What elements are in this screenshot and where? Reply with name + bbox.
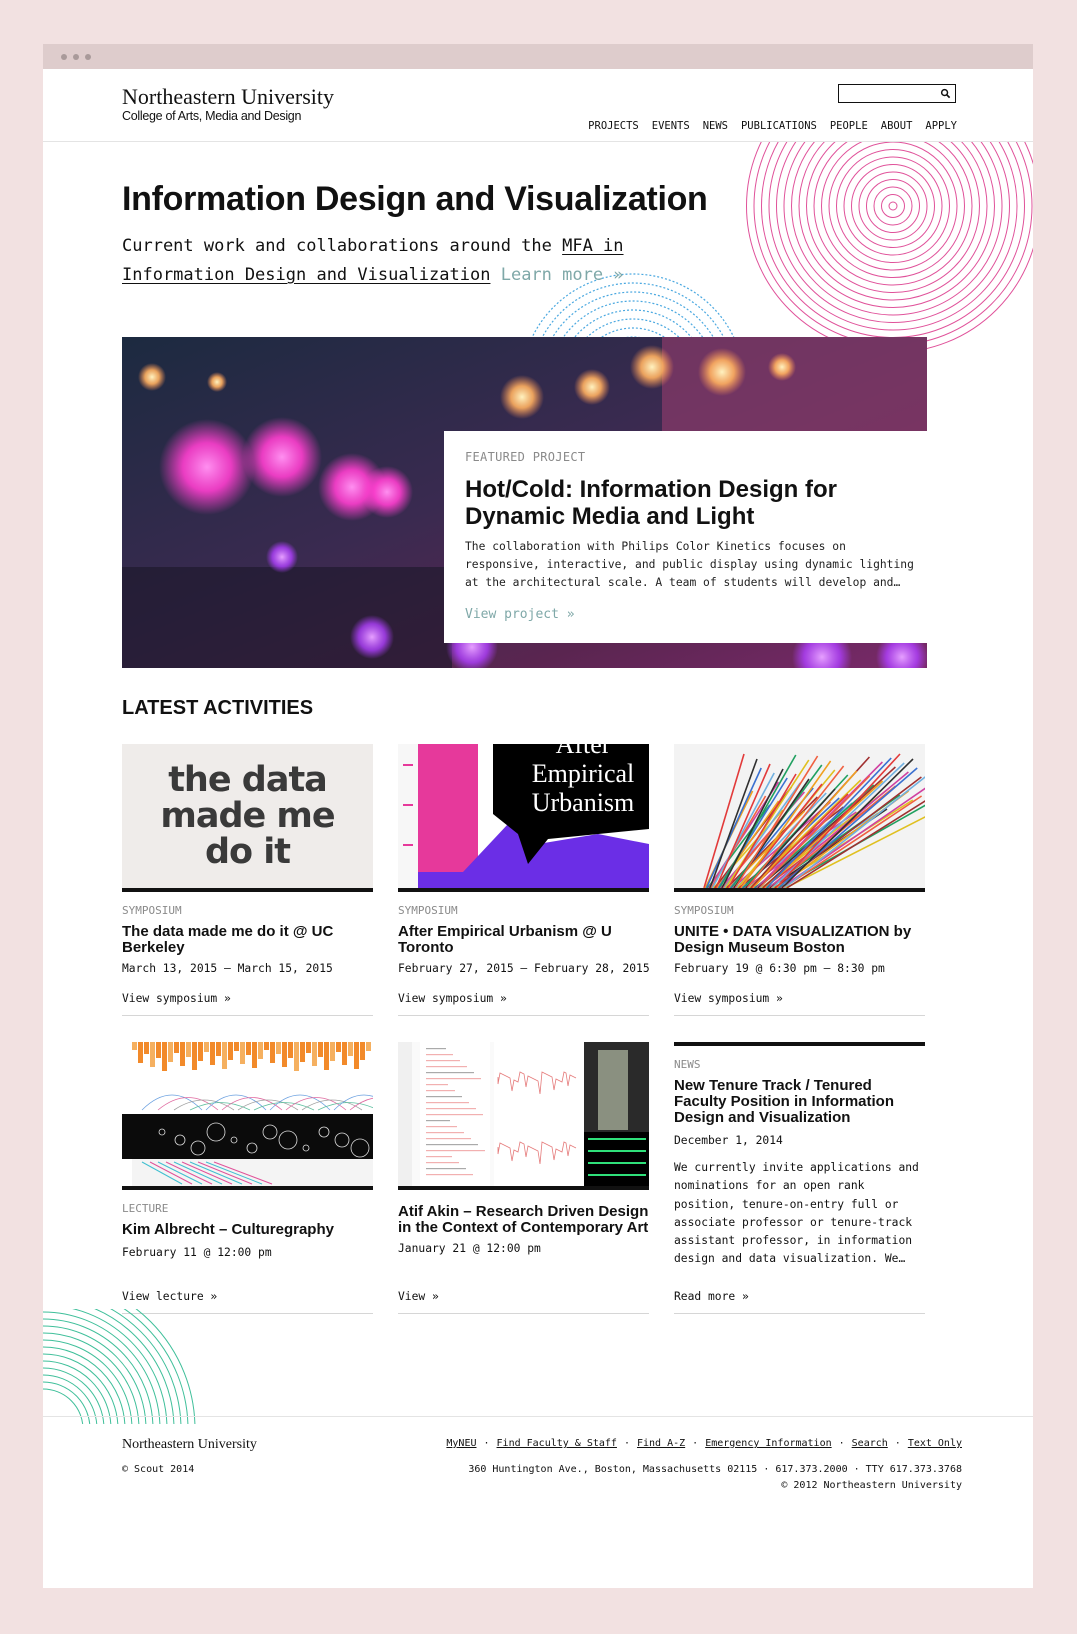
activity-title[interactable]: After Empirical Urbanism @ U Toronto: [398, 924, 649, 956]
search-box: [838, 84, 956, 103]
page: Northeastern University College of Arts,…: [43, 69, 1033, 1588]
featured-title[interactable]: Hot/Cold: Information Design for Dynamic…: [465, 476, 905, 530]
footer-links: MyNEU · Find Faculty & Staff · Find A-Z …: [446, 1438, 962, 1449]
decorative-arcs-icon: [43, 1309, 196, 1424]
thumbnail-bar: [674, 888, 925, 892]
learn-more-link[interactable]: Learn more »: [501, 265, 624, 285]
footer-link-text-only[interactable]: Text Only: [908, 1438, 962, 1449]
activity-title[interactable]: The data made me do it @ UC Berkeley: [122, 924, 373, 956]
footer-divider: [43, 1416, 1033, 1417]
activity-title[interactable]: Kim Albrecht – Culturegraphy: [122, 1222, 373, 1238]
thumb-text: made me: [160, 796, 335, 836]
activity-title[interactable]: Atif Akin – Research Driven Design in th…: [398, 1204, 649, 1236]
activity-thumbnail[interactable]: [398, 1042, 649, 1186]
separator: ·: [894, 1438, 901, 1449]
view-lecture-link[interactable]: View lecture »: [122, 1290, 217, 1303]
activity-category: NEWS: [674, 1058, 701, 1071]
hero-subtitle: Current work and collaborations around t…: [122, 232, 682, 290]
read-more-link[interactable]: Read more »: [674, 1290, 749, 1303]
window-dot: [73, 54, 79, 60]
activity-category: SYMPOSIUM: [122, 904, 182, 917]
activity-thumbnail[interactable]: [122, 1042, 373, 1186]
news-date: December 1, 2014: [674, 1134, 783, 1147]
main-nav: PROJECTS EVENTS NEWS PUBLICATIONS PEOPLE…: [588, 120, 957, 132]
separator: ·: [623, 1438, 630, 1449]
activity-category: SYMPOSIUM: [674, 904, 734, 917]
nav-publications[interactable]: PUBLICATIONS: [741, 120, 817, 132]
footer-link-find-az[interactable]: Find A-Z: [637, 1438, 685, 1449]
search-icon[interactable]: [940, 88, 951, 99]
separator: ·: [692, 1438, 699, 1449]
view-symposium-link[interactable]: View symposium »: [122, 992, 231, 1005]
activity-thumbnail[interactable]: [674, 744, 925, 888]
footer-nu-copyright: © 2012 Northeastern University: [781, 1480, 962, 1491]
nav-news[interactable]: NEWS: [703, 120, 728, 132]
card-divider: [398, 1015, 649, 1016]
separator: ·: [838, 1438, 845, 1449]
footer-university-logo[interactable]: Northeastern University: [122, 1437, 257, 1453]
footer-link-find-faculty[interactable]: Find Faculty & Staff: [497, 1438, 617, 1449]
card-divider: [674, 1015, 925, 1016]
card-divider: [122, 1015, 373, 1016]
featured-project-card: FEATURED PROJECT Hot/Cold: Information D…: [444, 431, 928, 643]
header-divider: [43, 141, 1033, 142]
footer-link-myneu[interactable]: MyNEU: [446, 1438, 476, 1449]
view-project-link[interactable]: View project »: [465, 607, 575, 622]
nav-about[interactable]: ABOUT: [881, 120, 913, 132]
nav-people[interactable]: PEOPLE: [830, 120, 868, 132]
section-title: LATEST ACTIVITIES: [122, 697, 314, 719]
college-name[interactable]: College of Arts, Media and Design: [122, 109, 301, 123]
window-dot: [61, 54, 67, 60]
activity-thumbnail[interactable]: After Empirical Urbanism: [398, 744, 649, 888]
hero-subtitle-text: Current work and collaborations around t…: [122, 236, 563, 256]
thumb-text: do it: [204, 832, 291, 872]
nav-projects[interactable]: PROJECTS: [588, 120, 639, 132]
featured-description: The collaboration with Philips Color Kin…: [465, 540, 914, 589]
nav-events[interactable]: EVENTS: [652, 120, 690, 132]
nav-apply[interactable]: APPLY: [925, 120, 957, 132]
view-symposium-link[interactable]: View symposium »: [398, 992, 507, 1005]
activity-category: LECTURE: [122, 1202, 169, 1215]
activity-date: February 11 @ 12:00 pm: [122, 1246, 272, 1259]
footer-address: 360 Huntington Ave., Boston, Massachuset…: [468, 1464, 962, 1475]
thumbnail-bar: [398, 888, 649, 892]
window-titlebar: [43, 44, 1033, 69]
activity-date: February 19 @ 6:30 pm – 8:30 pm: [674, 962, 885, 975]
thumbnail-bar: [122, 1186, 373, 1190]
search-input[interactable]: [841, 86, 931, 100]
thumb-text: Empirical: [531, 759, 635, 788]
activity-date: February 27, 2015 – February 28, 2015: [398, 962, 650, 975]
window-dot: [85, 54, 91, 60]
footer-copyright: © Scout 2014: [122, 1464, 195, 1475]
activity-title[interactable]: UNITE • DATA VISUALIZATION by Design Mus…: [674, 924, 925, 956]
thumb-text: After: [555, 744, 611, 759]
activity-date: March 13, 2015 – March 15, 2015: [122, 962, 333, 975]
thumbnail-bar: [122, 888, 373, 892]
news-top-bar: [674, 1042, 925, 1046]
view-link[interactable]: View »: [398, 1290, 439, 1303]
separator: ·: [483, 1438, 490, 1449]
thumb-text: the data: [168, 760, 328, 800]
featured-label: FEATURED PROJECT: [465, 450, 586, 464]
footer-link-search[interactable]: Search: [852, 1438, 888, 1449]
activity-thumbnail[interactable]: the data made me do it: [122, 744, 373, 888]
activity-date: January 21 @ 12:00 pm: [398, 1242, 541, 1255]
page-title: Information Design and Visualization: [122, 180, 708, 218]
card-divider: [398, 1313, 649, 1314]
news-description: We currently invite applications and nom…: [674, 1161, 919, 1266]
view-symposium-link[interactable]: View symposium »: [674, 992, 783, 1005]
browser-window: Northeastern University College of Arts,…: [43, 44, 1033, 1588]
footer-link-emergency[interactable]: Emergency Information: [705, 1438, 831, 1449]
activity-category: SYMPOSIUM: [398, 904, 458, 917]
news-title[interactable]: New Tenure Track / Tenured Faculty Posit…: [674, 1078, 925, 1126]
thumbnail-bar: [398, 1186, 649, 1190]
university-logo[interactable]: Northeastern University: [122, 84, 334, 110]
card-divider: [674, 1313, 925, 1314]
thumb-text: Urbanism: [531, 788, 635, 817]
